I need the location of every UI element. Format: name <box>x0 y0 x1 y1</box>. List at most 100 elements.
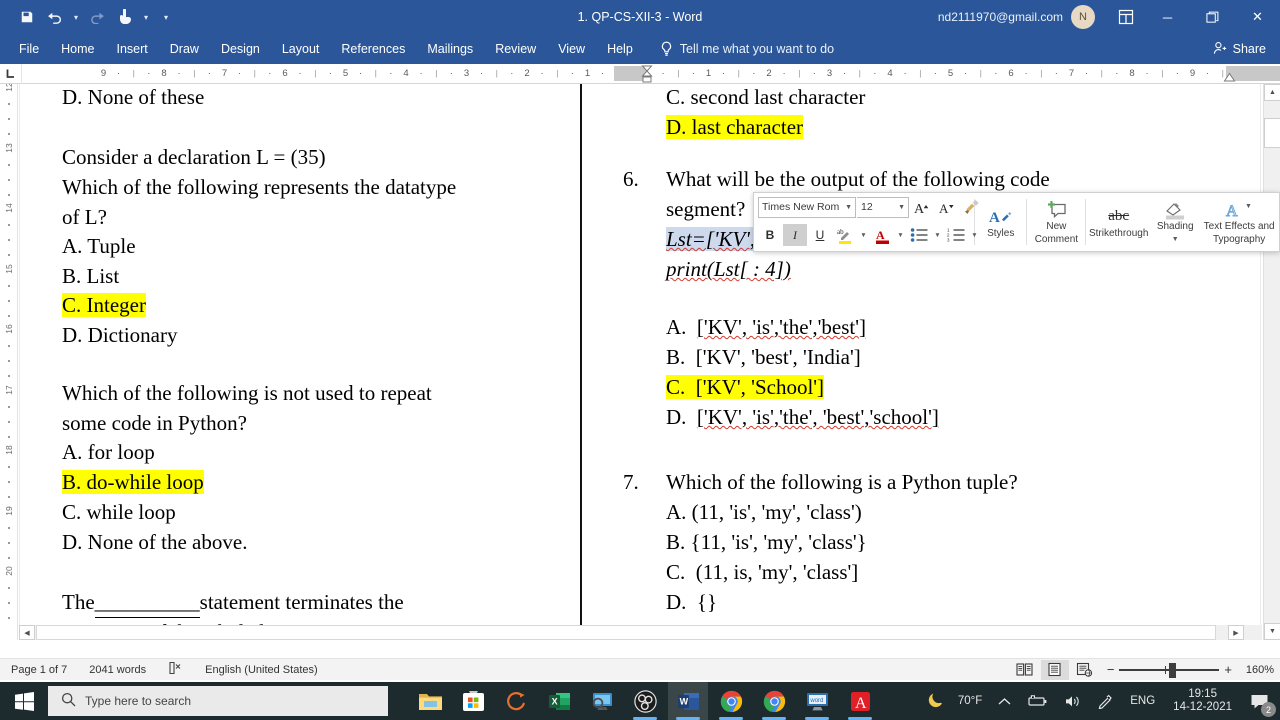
touch-mode-icon[interactable] <box>112 5 138 29</box>
font-color-dropdown-icon[interactable]: ▼ <box>895 224 906 246</box>
taskbar-word[interactable]: W <box>668 682 708 720</box>
zoom-thumb[interactable] <box>1169 662 1177 678</box>
document-page[interactable]: D. None of these Consider a declaration … <box>19 84 1261 634</box>
font-size-combo[interactable]: 12 ▼ <box>857 196 909 218</box>
minimize-button[interactable]: ─ <box>1145 0 1190 34</box>
notifications-button[interactable]: 2 <box>1242 682 1280 720</box>
document-area[interactable]: 12 13 14 15 16 17 18 19 20 D. None of these Cons… <box>0 84 1280 640</box>
font-color-icon[interactable]: A <box>870 224 894 246</box>
ribbon-display-options-icon[interactable] <box>1107 0 1145 34</box>
vertical-ruler[interactable]: 12 13 14 15 16 17 18 19 20 <box>0 84 18 640</box>
horizontal-scroll-thumb[interactable] <box>36 625 1216 640</box>
scroll-down-icon[interactable]: ▼ <box>1264 623 1280 640</box>
bold-button[interactable]: B <box>758 224 782 246</box>
tab-stop-selector-icon[interactable] <box>0 63 22 84</box>
chevron-down-icon[interactable]: ▼ <box>898 204 908 211</box>
numbering-icon[interactable]: 123 <box>944 224 968 246</box>
tab-mailings[interactable]: Mailings <box>416 38 484 60</box>
language-indicator[interactable]: English (United States) <box>194 664 329 676</box>
taskbar-adobe-acrobat[interactable]: A <box>840 682 880 720</box>
weather-widget[interactable]: 70°F <box>919 682 990 720</box>
highlight-dropdown-icon[interactable]: ▼ <box>858 224 869 246</box>
redo-icon[interactable] <box>84 5 110 29</box>
undo-icon[interactable] <box>42 5 68 29</box>
scroll-right-icon[interactable]: ▶ <box>1228 625 1244 640</box>
italic-button[interactable]: I <box>783 224 807 246</box>
taskbar-obs-studio[interactable] <box>625 682 665 720</box>
numbering-dropdown-icon[interactable]: ▼ <box>969 224 980 246</box>
tab-layout[interactable]: Layout <box>271 38 331 60</box>
ruler-label: 7 <box>221 68 228 79</box>
zoom-level[interactable]: 160% <box>1240 664 1274 676</box>
tab-insert[interactable]: Insert <box>106 38 159 60</box>
ruler-track[interactable]: 9 8 7 6 5 4 3 2 1 1 2 3 4 5 6 7 8 9 <box>22 64 1280 84</box>
taskbar-presentation-app[interactable]: word <box>797 682 837 720</box>
taskbar-excel[interactable]: X <box>539 682 579 720</box>
taskbar-chrome-1[interactable] <box>711 682 751 720</box>
horizontal-ruler[interactable]: 9 8 7 6 5 4 3 2 1 1 2 3 4 5 6 7 8 9 <box>0 63 1280 84</box>
taskbar-microsoft-store[interactable] <box>453 682 493 720</box>
tab-view[interactable]: View <box>547 38 596 60</box>
share-button[interactable]: Share <box>1213 41 1266 58</box>
zoom-track[interactable] <box>1119 662 1220 678</box>
chevron-down-icon[interactable]: ▼ <box>845 204 855 211</box>
taskbar-file-explorer[interactable] <box>410 682 450 720</box>
save-icon[interactable] <box>14 5 40 29</box>
grow-font-icon[interactable]: A <box>910 196 934 218</box>
vertical-scroll-thumb[interactable] <box>1264 118 1280 148</box>
zoom-out-button[interactable]: − <box>1107 662 1115 677</box>
battery-icon[interactable] <box>1019 682 1056 720</box>
touch-mode-dropdown-icon[interactable]: ▾ <box>140 5 152 29</box>
read-mode-button[interactable] <box>1011 660 1039 680</box>
speaker-icon[interactable] <box>1056 682 1089 720</box>
avatar[interactable]: N <box>1071 5 1095 29</box>
tab-home[interactable]: Home <box>50 38 105 60</box>
mini-toolbar[interactable]: Times New Rom ▼ 12 ▼ A A B I U ab ▼ A ▼ … <box>753 192 1280 252</box>
language-indicator[interactable]: ENG <box>1122 682 1163 720</box>
underline-button[interactable]: U <box>808 224 832 246</box>
scroll-up-icon[interactable]: ▲ <box>1264 84 1280 101</box>
word-count[interactable]: 2041 words <box>78 664 157 676</box>
tab-file[interactable]: File <box>8 38 50 60</box>
undo-dropdown-icon[interactable]: ▾ <box>70 5 82 29</box>
horizontal-scrollbar[interactable]: ◀ ▶ <box>19 625 1262 640</box>
new-comment-button[interactable]: New Comment <box>1027 193 1085 251</box>
chevron-up-icon[interactable] <box>990 682 1019 720</box>
shrink-font-icon[interactable]: A <box>935 196 959 218</box>
account-email[interactable]: nd2111970@gmail.com <box>938 10 1063 24</box>
font-name-combo[interactable]: Times New Rom ▼ <box>758 196 856 218</box>
close-button[interactable]: ✕ <box>1235 0 1280 34</box>
shading-button[interactable]: Shading ▼ <box>1151 193 1199 251</box>
taskbar-remote-desktop[interactable] <box>582 682 622 720</box>
tab-references[interactable]: References <box>330 38 416 60</box>
bullets-dropdown-icon[interactable]: ▼ <box>932 224 943 246</box>
tab-review[interactable]: Review <box>484 38 547 60</box>
tell-me-box[interactable]: Tell me what you want to do <box>660 41 834 57</box>
vertical-scrollbar[interactable]: ▲ ▼ <box>1263 84 1280 640</box>
taskbar-chrome-2[interactable] <box>754 682 794 720</box>
text-effects-button[interactable]: A ▼ Text Effects and Typography <box>1199 193 1279 251</box>
print-layout-button[interactable] <box>1040 659 1069 680</box>
web-layout-button[interactable] <box>1071 660 1099 680</box>
tab-draw[interactable]: Draw <box>159 38 210 60</box>
tab-help[interactable]: Help <box>596 38 644 60</box>
zoom-in-button[interactable]: + <box>1224 662 1232 677</box>
strikethrough-button[interactable]: abc Strikethrough <box>1086 193 1151 251</box>
tab-design[interactable]: Design <box>210 38 271 60</box>
page-indicator[interactable]: Page 1 of 7 <box>0 664 78 676</box>
taskbar-clock[interactable]: 19:15 14-12-2021 <box>1163 688 1242 714</box>
svg-text:A: A <box>876 228 885 242</box>
customize-qat-icon[interactable]: ▾ <box>160 5 172 29</box>
zoom-slider[interactable]: − + <box>1107 662 1232 678</box>
text-highlight-color-icon[interactable]: ab <box>833 224 857 246</box>
shading-dropdown-icon[interactable]: ▼ <box>1172 234 1179 246</box>
bullets-icon[interactable] <box>907 224 931 246</box>
format-painter-icon[interactable] <box>960 196 984 218</box>
proofing-icon[interactable] <box>157 661 194 678</box>
pen-icon[interactable] <box>1089 682 1122 720</box>
search-input[interactable]: Type here to search <box>48 686 388 716</box>
windows-logo-icon[interactable] <box>0 682 48 720</box>
taskbar-ring-app[interactable] <box>496 682 536 720</box>
restore-button[interactable] <box>1190 0 1235 34</box>
scroll-left-icon[interactable]: ◀ <box>19 625 35 640</box>
